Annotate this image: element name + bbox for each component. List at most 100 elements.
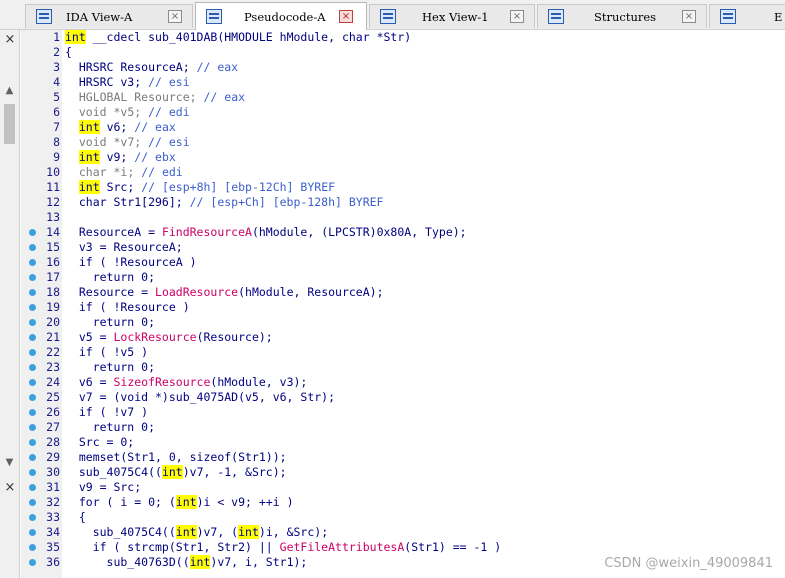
code-line[interactable]: if ( !ResourceA ) [65,255,197,270]
gutter-line[interactable]: 1 [21,30,62,45]
close-icon[interactable]: × [339,10,353,23]
close-panel-icon[interactable]: × [0,478,20,498]
gutter-line[interactable]: 22 [21,345,62,360]
gutter-line[interactable]: 31 [21,480,62,495]
close-icon[interactable]: × [682,10,696,23]
scroll-thumb[interactable] [4,104,15,144]
gutter-line[interactable]: 33 [21,510,62,525]
breakpoint-dot-icon[interactable] [29,409,36,416]
line-number-gutter[interactable]: 1 2 3 4 5 6 7 8 9 10 11 12 13 14 15 16 17 18 19 20 21 22 23 24 2… [21,30,62,578]
breakpoint-dot-icon[interactable] [29,364,36,371]
tab-structures[interactable]: Structures × [537,4,707,28]
gutter-line[interactable]: 6 [21,105,62,120]
gutter-line[interactable]: 10 [21,165,62,180]
code-line[interactable]: v6 = SizeofResource(hModule, v3); [65,375,308,390]
code-line[interactable]: ResourceA = FindResourceA(hModule, (LPCS… [65,225,467,240]
code-line[interactable]: HRSRC ResourceA; // eax [65,60,238,75]
code-line[interactable]: { [65,45,72,60]
gutter-line[interactable]: 23 [21,360,62,375]
gutter-line[interactable]: 26 [21,405,62,420]
scroll-up-icon[interactable]: ▲ [1,82,18,99]
gutter-line[interactable]: 29 [21,450,62,465]
code-line[interactable]: int v9; // ebx [65,150,176,165]
breakpoint-dot-icon[interactable] [29,334,36,341]
gutter-line[interactable]: 11 [21,180,62,195]
code-line[interactable]: v7 = (void *)sub_4075AD(v5, v6, Str); [65,390,335,405]
code-line[interactable]: int Src; // [esp+8h] [ebp-12Ch] BYREF [65,180,335,195]
gutter-line[interactable]: 34 [21,525,62,540]
code-line[interactable]: return 0; [65,360,155,375]
code-line[interactable]: HRSRC v3; // esi [65,75,190,90]
gutter-line[interactable]: 15 [21,240,62,255]
gutter-line[interactable]: 24 [21,375,62,390]
gutter-line[interactable]: 27 [21,420,62,435]
breakpoint-dot-icon[interactable] [29,469,36,476]
gutter-line[interactable]: 4 [21,75,62,90]
tab-pseudocode-a[interactable]: Pseudocode-A × [195,2,367,30]
tab-hex-view-1[interactable]: Hex View-1 × [369,4,535,28]
breakpoint-dot-icon[interactable] [29,289,36,296]
code-line[interactable]: memset(Str1, 0, sizeof(Str1)); [65,450,287,465]
code-line[interactable]: sub_4075C4((int)v7, -1, &Src); [65,465,287,480]
code-line[interactable]: for ( i = 0; (int)i < v9; ++i ) [65,495,294,510]
gutter-line[interactable]: 2 [21,45,62,60]
gutter-line[interactable]: 9 [21,150,62,165]
breakpoint-dot-icon[interactable] [29,514,36,521]
gutter-line[interactable]: 35 [21,540,62,555]
close-icon[interactable]: × [168,10,182,23]
breakpoint-dot-icon[interactable] [29,499,36,506]
breakpoint-dot-icon[interactable] [29,274,36,281]
breakpoint-dot-icon[interactable] [29,424,36,431]
gutter-line[interactable]: 13 [21,210,62,225]
gutter-line[interactable]: 8 [21,135,62,150]
breakpoint-dot-icon[interactable] [29,259,36,266]
gutter-line[interactable]: 18 [21,285,62,300]
breakpoint-dot-icon[interactable] [29,529,36,536]
gutter-line[interactable]: 20 [21,315,62,330]
close-panel-icon[interactable]: × [0,30,20,50]
code-line[interactable]: if ( !v7 ) [65,405,148,420]
code-line[interactable]: if ( !v5 ) [65,345,148,360]
gutter-line[interactable]: 16 [21,255,62,270]
gutter-line[interactable]: 12 [21,195,62,210]
code-line[interactable]: int __cdecl sub_401DAB(HMODULE hModule, … [65,30,411,45]
code-line[interactable]: Resource = LoadResource(hModule, Resourc… [65,285,384,300]
gutter-line[interactable]: 3 [21,60,62,75]
breakpoint-dot-icon[interactable] [29,229,36,236]
code-line[interactable]: void *v7; // esi [65,135,190,150]
gutter-line[interactable]: 28 [21,435,62,450]
breakpoint-dot-icon[interactable] [29,379,36,386]
breakpoint-dot-icon[interactable] [29,304,36,311]
breakpoint-dot-icon[interactable] [29,349,36,356]
breakpoint-dot-icon[interactable] [29,544,36,551]
tab-ida-view-a[interactable]: IDA View-A × [25,4,193,28]
code-line[interactable]: if ( strcmp(Str1, Str2) || GetFileAttrib… [65,540,502,555]
gutter-line[interactable]: 30 [21,465,62,480]
gutter-line[interactable]: 32 [21,495,62,510]
code-line[interactable]: char *i; // edi [65,165,183,180]
breakpoint-dot-icon[interactable] [29,244,36,251]
breakpoint-dot-icon[interactable] [29,484,36,491]
gutter-line[interactable]: 14 [21,225,62,240]
scroll-down-icon[interactable]: ▼ [1,454,18,471]
code-line[interactable]: HGLOBAL Resource; // eax [65,90,245,105]
breakpoint-dot-icon[interactable] [29,439,36,446]
left-panel-scrollbar[interactable]: ▲ ▼ [1,82,18,472]
gutter-line[interactable]: 25 [21,390,62,405]
gutter-line[interactable]: 21 [21,330,62,345]
code-line[interactable]: return 0; [65,270,155,285]
code-line[interactable]: v5 = LockResource(Resource); [65,330,273,345]
code-line[interactable]: Src = 0; [65,435,134,450]
tab-enums[interactable]: E [709,4,785,28]
code-line[interactable]: char Str1[296]; // [esp+Ch] [ebp-128h] B… [65,195,384,210]
gutter-line[interactable]: 5 [21,90,62,105]
code-line[interactable]: v9 = Src; [65,480,141,495]
code-line[interactable]: if ( !Resource ) [65,300,190,315]
gutter-line[interactable]: 17 [21,270,62,285]
code-line[interactable]: int v6; // eax [65,120,176,135]
pseudocode-view[interactable]: int __cdecl sub_401DAB(HMODULE hModule, … [62,30,785,578]
gutter-line[interactable]: 36 [21,555,62,570]
code-line[interactable]: v3 = ResourceA; [65,240,183,255]
breakpoint-dot-icon[interactable] [29,394,36,401]
code-line[interactable]: sub_40763D((int)v7, i, Str1); [65,555,307,570]
